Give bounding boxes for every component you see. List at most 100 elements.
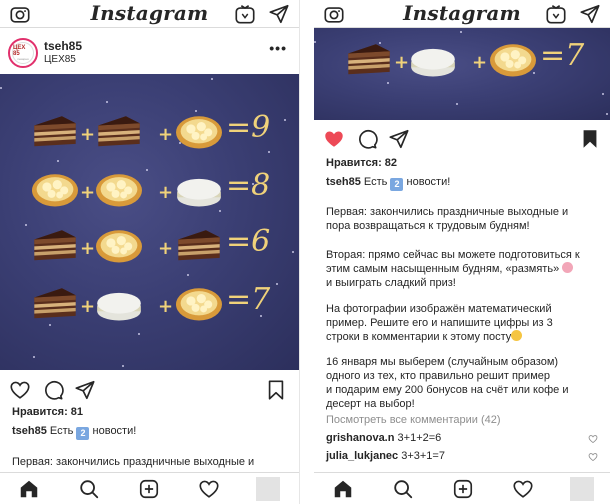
like-count[interactable]: Нравится: 82 [326, 156, 598, 170]
text-line: 16 января мы выберем (случайным образом) [326, 356, 559, 368]
caption-rest: новости! [406, 176, 451, 188]
igtv-icon[interactable] [234, 3, 256, 25]
cheese-tart-icon [96, 230, 142, 263]
caption-username[interactable]: tseh85 [12, 425, 47, 437]
plus-sign: + [158, 296, 174, 317]
text-line: десерт на выбор! [326, 398, 415, 410]
profile-thumbnail[interactable] [570, 477, 594, 501]
star-decoration [138, 333, 140, 335]
avatar-text: ЦЕХ 85 [13, 45, 26, 57]
star-decoration [606, 113, 608, 115]
equation-result: =7 [540, 38, 585, 73]
plus-sign: + [394, 52, 410, 73]
chocolate-cake-icon [34, 116, 76, 147]
add-icon[interactable] [138, 478, 160, 500]
number-badge: 2 [390, 178, 404, 191]
bottom-nav [314, 472, 610, 504]
chocolate-cake-icon [98, 116, 140, 147]
text-line: пример. Решите его и напишите цифры из 3 [326, 317, 553, 329]
star-decoration [219, 210, 221, 212]
cheese-tart-icon [490, 44, 536, 77]
plus-sign: + [80, 238, 96, 259]
comment-icon[interactable] [356, 128, 378, 150]
comment-like-icon[interactable] [588, 452, 598, 462]
chocolate-cake-icon [34, 230, 76, 261]
post-image-cropped[interactable]: + + =7 [314, 28, 610, 120]
avatar[interactable]: ЦЕХ 85 пекарня [8, 38, 38, 68]
plus-sign: + [158, 182, 174, 203]
cheese-tart-icon [176, 116, 222, 149]
like-count[interactable]: Нравится: 81 [12, 405, 287, 419]
star-decoration [292, 251, 294, 253]
share-icon[interactable] [388, 128, 410, 150]
home-icon[interactable] [332, 478, 354, 500]
post-location[interactable]: ЦЕХ85 [44, 54, 76, 65]
star-decoration [460, 31, 462, 33]
activity-icon[interactable] [198, 478, 220, 500]
cheese-tart-icon [176, 288, 222, 321]
caption-paragraph-1: Первая: закончились праздничные выходные… [326, 205, 598, 233]
number-badge: 2 [76, 427, 90, 440]
text-line-with-emoji: этим самым насыщенным будням, «размять» [326, 262, 598, 276]
text-line: пора возвращаться к трудовым будням! [326, 220, 530, 232]
top-bar: Instagram [0, 0, 299, 28]
star-decoration [187, 274, 189, 276]
plus-sign: + [158, 124, 174, 145]
comment-text: 3+1+2=6 [397, 432, 442, 444]
star-decoration [276, 283, 278, 285]
post-actions [314, 124, 610, 154]
search-icon[interactable] [78, 478, 100, 500]
text-line: На фотографии изображён математический [326, 303, 552, 315]
share-icon[interactable] [74, 379, 96, 401]
macaron-pair-icon [97, 292, 141, 321]
post-image[interactable]: + + =9 + + =8 + + =6 + + =7 [0, 74, 299, 370]
star-decoration [106, 101, 108, 103]
caption-line: tseh85 Есть 2 новости! [12, 424, 287, 440]
home-icon[interactable] [18, 478, 40, 500]
comment-like-icon[interactable] [588, 434, 598, 444]
comment-item: julia_lukjanec 3+3+1=7 [326, 450, 598, 464]
heart-filled-icon[interactable] [323, 128, 345, 150]
heart-icon[interactable] [9, 379, 31, 401]
activity-icon[interactable] [512, 478, 534, 500]
comment-username[interactable]: julia_lukjanec [326, 450, 398, 462]
star-decoration [195, 110, 197, 112]
equation-result: =6 [226, 224, 271, 259]
more-options-icon[interactable]: ••• [269, 40, 287, 56]
comment-username[interactable]: grishanova.n [326, 432, 394, 444]
avatar-subtext: пекарня [17, 57, 29, 61]
direct-icon[interactable] [268, 3, 290, 25]
star-decoration [146, 169, 148, 171]
caption-username[interactable]: tseh85 [326, 176, 361, 188]
text-line: этим самым насыщенным будням, «размять» [326, 263, 560, 275]
chocolate-cake-icon [348, 44, 390, 75]
right-screen: Instagram + + =7 Нравится: 82 tseh85 Есть … [314, 0, 610, 504]
search-icon[interactable] [392, 478, 414, 500]
direct-icon[interactable] [579, 3, 601, 25]
comment-text: 3+3+1=7 [401, 450, 445, 462]
comment-item: grishanova.n 3+1+2=6 [326, 432, 598, 446]
view-all-comments-link[interactable]: Посмотреть все комментарии (42) [326, 413, 598, 427]
text-line: строки в комментарии к этому посту [326, 331, 512, 343]
comment-icon[interactable] [42, 379, 64, 401]
star-decoration [268, 151, 270, 153]
igtv-icon[interactable] [545, 3, 567, 25]
star-decoration [456, 103, 458, 105]
star-decoration [33, 356, 35, 358]
caption-line: tseh85 Есть 2 новости! [326, 175, 598, 191]
cheese-tart-icon [32, 174, 78, 207]
star-decoration [211, 78, 213, 80]
star-decoration [25, 224, 27, 226]
star-decoration [284, 119, 286, 121]
bookmark-filled-icon[interactable] [579, 128, 601, 150]
star-decoration [0, 87, 2, 89]
star-decoration [314, 41, 316, 43]
cheese-tart-icon [96, 174, 142, 207]
text-line: одного из тех, кто правильно решит приме… [326, 370, 550, 382]
post-username[interactable]: tseh85 [44, 39, 82, 53]
add-icon[interactable] [452, 478, 474, 500]
star-decoration [387, 82, 389, 84]
left-screen: Instagram ЦЕХ 85 пекарня tseh85 ЦЕХ85 ••… [0, 0, 300, 504]
profile-thumbnail[interactable] [256, 477, 280, 501]
bookmark-icon[interactable] [265, 379, 287, 401]
